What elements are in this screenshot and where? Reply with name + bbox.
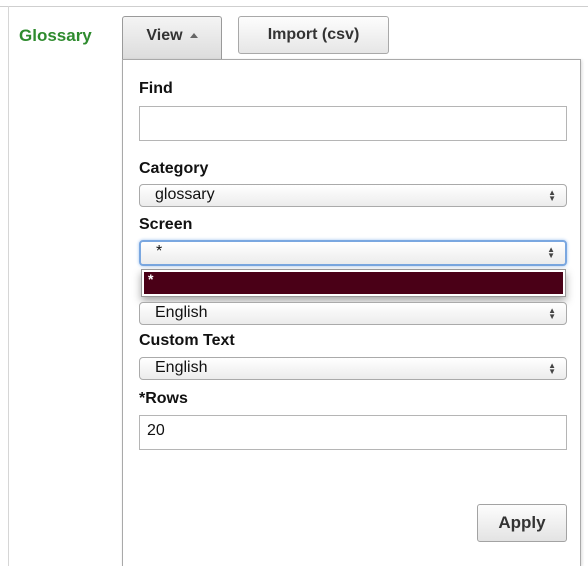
custom-text-label: Custom Text [139,332,235,349]
find-label: Find [139,80,173,97]
custom-text-select-value: English [155,359,208,376]
screen-select[interactable]: * ▲ ▼ [139,240,567,266]
view-button[interactable]: View [122,16,222,60]
custom-text-select[interactable]: English ▲ ▼ [139,357,567,380]
screen-option[interactable]: * [144,272,563,294]
page-title: Glossary [19,26,92,45]
rows-label: *Rows [139,390,188,407]
import-csv-button[interactable]: Import (csv) [238,16,389,54]
updown-arrows-icon: ▲ ▼ [548,306,556,321]
category-label: Category [139,160,209,177]
updown-arrows-icon: ▲ ▼ [548,188,556,203]
rows-input[interactable]: 20 [139,415,567,450]
caret-up-icon [189,33,198,38]
left-border [8,6,9,566]
view-button-label: View [146,27,183,44]
screen-dropdown-list: * [141,269,566,297]
category-select-value: glossary [155,186,215,203]
updown-arrows-icon: ▲ ▼ [547,245,555,260]
find-input[interactable] [139,106,567,141]
language-select-value: English [155,304,208,321]
language-select[interactable]: English ▲ ▼ [139,302,567,325]
screen-select-value: * [156,243,163,260]
top-border [0,0,588,7]
category-select[interactable]: glossary ▲ ▼ [139,184,567,207]
screen-label: Screen [139,216,193,233]
updown-arrows-icon: ▲ ▼ [548,361,556,376]
apply-button[interactable]: Apply [477,504,567,542]
